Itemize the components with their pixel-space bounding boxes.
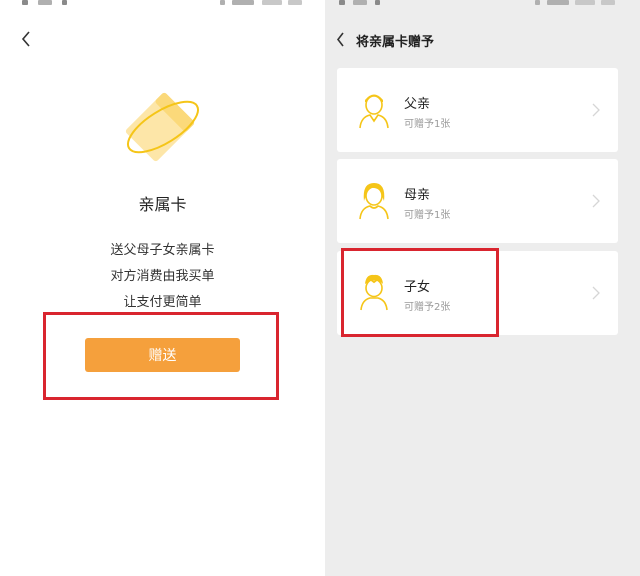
status-bar <box>0 0 325 10</box>
description-line: 对方消费由我买单 <box>110 269 215 284</box>
father-avatar-icon <box>357 90 391 130</box>
recipient-name: 父亲 <box>404 97 431 112</box>
chevron-right-icon <box>592 102 600 121</box>
recipient-quota: 可赠予1张 <box>404 210 451 221</box>
recipient-item-child[interactable]: 子女 可赠予2张 <box>337 251 618 335</box>
mother-avatar-icon <box>357 181 391 221</box>
card-title: 亲属卡 <box>138 195 187 214</box>
recipient-name: 母亲 <box>404 188 431 203</box>
chevron-right-icon <box>592 193 600 212</box>
family-card-illustration <box>120 88 205 166</box>
chevron-right-icon <box>592 285 600 304</box>
recipient-quota: 可赠予2张 <box>404 302 451 313</box>
description-line: 送父母子女亲属卡 <box>110 243 215 258</box>
page-title: 将亲属卡赠予 <box>356 35 435 50</box>
child-avatar-icon <box>357 272 391 312</box>
recipient-screen: 将亲属卡赠予 父亲 可赠予1张 母亲 可赠予1张 子女 可赠予2张 <box>325 0 640 576</box>
recipient-name: 子女 <box>404 280 431 295</box>
status-bar <box>325 0 640 10</box>
recipient-item-mother[interactable]: 母亲 可赠予1张 <box>337 159 618 243</box>
gift-button[interactable]: 赠送 <box>85 338 240 372</box>
recipient-quota: 可赠予1张 <box>404 119 451 130</box>
intro-screen: 亲属卡 送父母子女亲属卡 对方消费由我买单 让支付更简单 赠送 <box>0 0 325 576</box>
back-icon[interactable] <box>20 31 32 47</box>
back-icon[interactable] <box>335 32 346 47</box>
recipient-item-father[interactable]: 父亲 可赠予1张 <box>337 68 618 152</box>
description-line: 让支付更简单 <box>123 295 202 310</box>
